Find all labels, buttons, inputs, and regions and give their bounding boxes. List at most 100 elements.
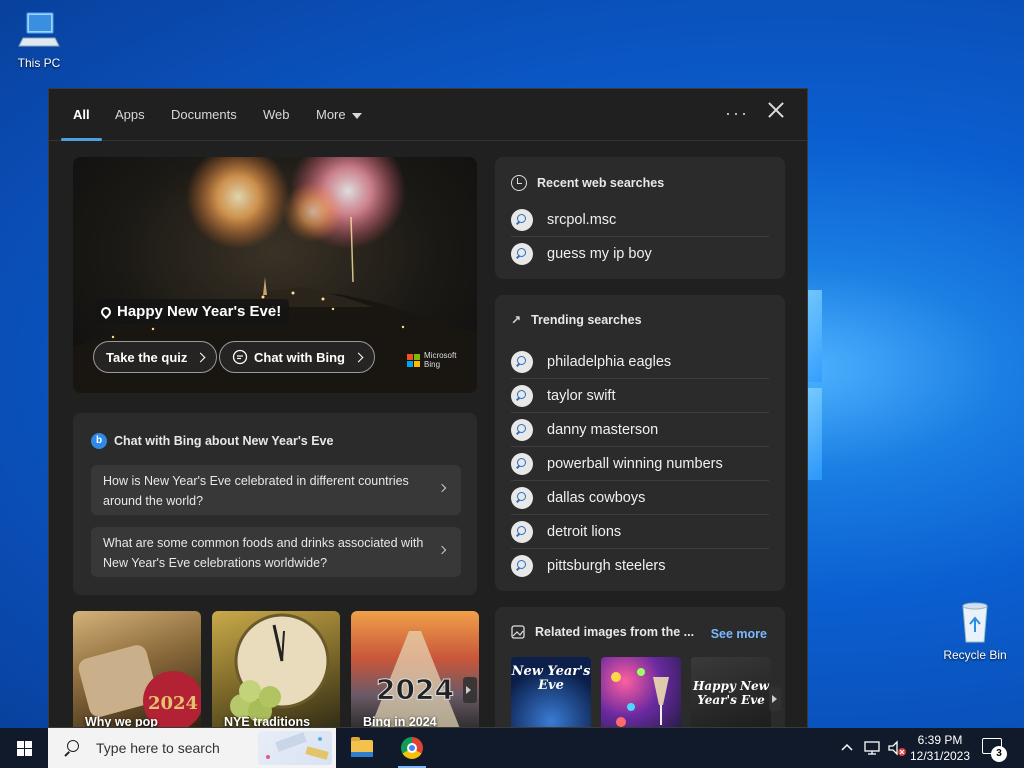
taskbar-search-box[interactable]: Type here to search: [48, 728, 336, 768]
search-panel-tabs: All Apps Documents Web More ···: [49, 89, 807, 141]
desktop-icon-this-pc[interactable]: This PC: [4, 8, 74, 70]
trending-search-item[interactable]: dallas cowboys: [511, 481, 769, 515]
clock-date: 12/31/2023: [909, 749, 971, 763]
search-icon: [511, 418, 533, 441]
trending-search-text: powerball winning numbers: [547, 455, 723, 472]
see-more-link[interactable]: See more: [711, 627, 767, 641]
this-pc-icon: [17, 8, 61, 52]
related-images-next-arrow[interactable]: [769, 687, 781, 711]
recent-search-item[interactable]: guess my ip boy: [511, 237, 769, 271]
microsoft-bing-logo: Microsoft Bing: [407, 351, 456, 369]
news-tile-bing-in-2024[interactable]: 2024 Bing in 2024: [351, 611, 479, 728]
show-hidden-icons-chevron-icon[interactable]: [838, 739, 856, 757]
search-icon: [64, 740, 80, 756]
chat-question-text: What are some common foods and drinks as…: [103, 536, 424, 570]
clock-time: 6:39 PM: [917, 733, 963, 747]
related-image-2[interactable]: [601, 657, 681, 727]
trending-searches-title: Trending searches: [531, 313, 642, 327]
desktop-icon-recycle-bin[interactable]: Recycle Bin: [940, 600, 1010, 662]
hero-card[interactable]: Happy New Year's Eve! Take the quiz Chat…: [73, 157, 477, 393]
news-tile-nye-traditions[interactable]: NYE traditions: [212, 611, 340, 728]
recent-searches-card: Recent web searches srcpol.msc guess my …: [495, 157, 785, 279]
search-icon: [511, 208, 533, 231]
chevron-down-icon: [351, 112, 362, 119]
tab-documents[interactable]: Documents: [171, 89, 237, 141]
hero-title-text: Happy New Year's Eve!: [117, 303, 282, 320]
recent-search-item[interactable]: srcpol.msc: [511, 203, 769, 237]
news-tile-why-we-pop[interactable]: 2024 Why we pop: [73, 611, 201, 727]
tile-label: NYE traditions: [224, 715, 311, 728]
chat-with-bing-card: b Chat with Bing about New Year's Eve Ho…: [73, 413, 477, 595]
search-icon: [511, 555, 533, 577]
chat-question-2[interactable]: What are some common foods and drinks as…: [91, 527, 461, 577]
clock-grapes-image: [230, 613, 330, 723]
trending-search-text: pittsburgh steelers: [547, 558, 666, 574]
taskbar: Type here to search 6:39 PM 12/31/2023 3: [0, 728, 1024, 768]
champagne-glass-image: [611, 668, 669, 727]
trending-search-text: dallas cowboys: [547, 489, 646, 506]
chrome-button[interactable]: [392, 728, 432, 768]
trending-search-item[interactable]: powerball winning numbers: [511, 447, 769, 481]
chat-with-bing-button[interactable]: Chat with Bing: [219, 341, 375, 373]
close-icon[interactable]: [765, 99, 787, 121]
chevron-right-icon: [353, 352, 364, 362]
network-icon[interactable]: [862, 739, 884, 757]
search-icon: [511, 243, 533, 265]
trending-search-item[interactable]: pittsburgh steelers: [511, 549, 769, 583]
chat-card-title: Chat with Bing about New Year's Eve: [114, 434, 334, 448]
folder-icon: [351, 736, 373, 757]
trending-search-text: philadelphia eagles: [547, 353, 672, 370]
recent-searches-title: Recent web searches: [537, 176, 665, 190]
svg-text:2024: 2024: [148, 693, 198, 714]
more-options-button[interactable]: ···: [725, 103, 749, 124]
recent-search-text: guess my ip boy: [547, 246, 652, 262]
trending-search-item[interactable]: danny masterson: [511, 413, 769, 447]
bing-icon: b: [91, 433, 107, 449]
related-image-1[interactable]: New Year's Eve: [511, 657, 591, 727]
tiles-next-arrow[interactable]: [463, 677, 477, 703]
trending-searches-header: ↗ Trending searches: [511, 313, 642, 327]
file-explorer-button[interactable]: [342, 728, 382, 768]
tab-more[interactable]: More: [316, 89, 362, 141]
hero-title: Happy New Year's Eve!: [95, 299, 290, 324]
chat-question-1[interactable]: How is New Year's Eve celebrated in diff…: [91, 465, 461, 515]
related-image-caption: Happy New Year's Eve: [693, 679, 769, 707]
notification-count-badge: 3: [991, 746, 1007, 762]
recent-search-text: srcpol.msc: [547, 211, 617, 228]
trending-search-text: taylor swift: [547, 387, 616, 404]
search-icon: [511, 452, 533, 475]
search-icon: [511, 520, 533, 543]
windows-start-icon: [16, 740, 32, 756]
brand-line-1: Microsoft: [424, 351, 457, 360]
chat-bubble-icon: [232, 349, 248, 365]
tab-all[interactable]: All: [61, 89, 101, 141]
search-icon: [511, 350, 533, 373]
system-tray: [838, 728, 908, 768]
location-pin-icon: [98, 304, 114, 319]
tab-apps[interactable]: Apps: [115, 89, 145, 141]
recycle-bin-icon: [953, 600, 997, 644]
trending-searches-card: ↗ Trending searches philadelphia eagles …: [495, 295, 785, 591]
desktop-icon-label: This PC: [17, 56, 61, 70]
search-icon: [511, 486, 533, 509]
related-images-header: Related images from the ...: [511, 625, 694, 639]
action-center-button[interactable]: 3: [982, 738, 1007, 762]
related-image-3[interactable]: Happy New Year's Eve: [691, 657, 771, 727]
search-icon: [511, 384, 533, 407]
take-quiz-button[interactable]: Take the quiz: [93, 341, 218, 373]
start-button[interactable]: [0, 728, 48, 768]
related-images-card: Related images from the ... See more New…: [495, 607, 785, 727]
trending-search-item[interactable]: detroit lions: [511, 515, 769, 549]
trending-search-item[interactable]: taylor swift: [511, 379, 769, 413]
trending-search-item[interactable]: philadelphia eagles: [511, 345, 769, 379]
trending-search-text: danny masterson: [547, 421, 659, 438]
search-highlight-image: [258, 731, 332, 765]
related-images-title: Related images from the ...: [535, 625, 695, 639]
recent-searches-header: Recent web searches: [511, 175, 664, 191]
taskbar-search-placeholder: Type here to search: [96, 740, 220, 756]
taskbar-clock[interactable]: 6:39 PM 12/31/2023: [904, 732, 976, 764]
tile-label: Bing in 2024: [363, 715, 437, 728]
tab-web[interactable]: Web: [263, 89, 290, 141]
microsoft-logo-icon: [407, 353, 420, 367]
chevron-right-icon: [195, 352, 206, 362]
